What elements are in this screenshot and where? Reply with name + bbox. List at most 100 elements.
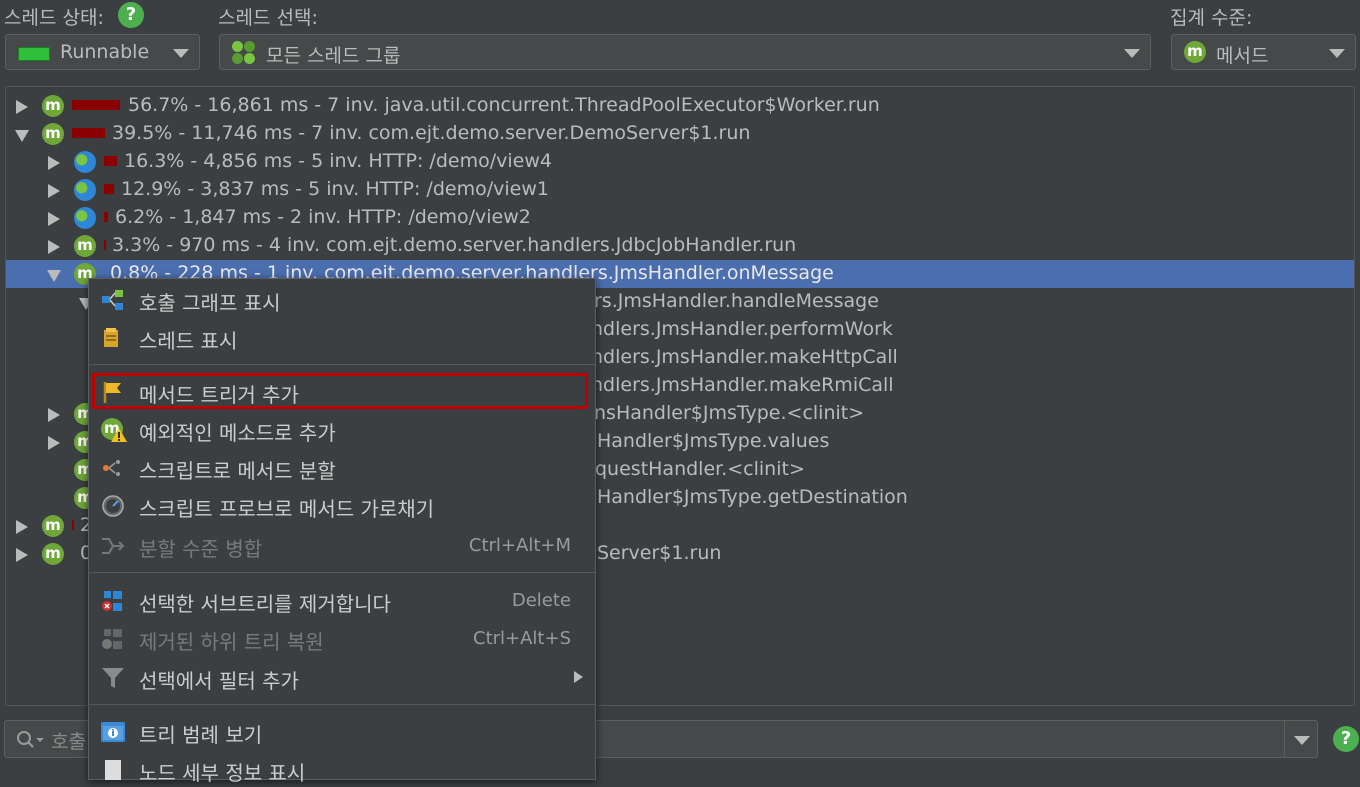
menu-item-show-thread[interactable]: 스레드 표시 (89, 319, 595, 355)
percent-bar (104, 212, 108, 222)
search-history-button[interactable] (1284, 720, 1319, 758)
call-graph-icon (102, 290, 123, 310)
menu-item-label: 트리 범례 보기 (139, 723, 263, 747)
menu-item-label: 스크립트로 메서드 분할 (139, 459, 336, 483)
collapse-toggle-icon[interactable] (47, 270, 61, 282)
node-label: ndlers.JmsHandler.makeHttpCall (591, 346, 898, 368)
method-icon: m (1184, 41, 1206, 63)
remove-subtree-icon (102, 591, 122, 611)
thread-group-icon (232, 41, 256, 65)
aggregation-value: 메서드 (1216, 45, 1269, 67)
node-label: 16.3% - 4,856 ms - 5 inv. HTTP: /demo/vi… (124, 150, 552, 172)
menu-item-shortcut: Delete (511, 590, 571, 611)
thread-state-label: 스레드 상태: (4, 7, 104, 29)
split-icon (103, 460, 120, 476)
node-label: 56.7% - 16,861 ms - 7 inv. java.util.con… (128, 94, 880, 116)
help-icon[interactable]: ? (118, 2, 144, 28)
globe-icon (74, 179, 96, 201)
menu-item-add-as-exceptional-method[interactable]: m 예외적인 메소드로 추가 (89, 411, 595, 447)
aggregation-label: 집계 수준: (1170, 7, 1253, 29)
tree-node[interactable]: 12.9% - 3,837 ms - 5 inv. HTTP: /demo/vi… (6, 176, 1354, 204)
percent-bar (72, 520, 74, 530)
node-label: 3.3% - 970 ms - 4 inv. com.ejt.demo.serv… (112, 234, 797, 256)
node-label: 39.5% - 11,746 ms - 7 inv. com.ejt.demo.… (112, 122, 751, 144)
globe-icon (74, 151, 96, 173)
highlight-box (92, 373, 588, 409)
context-menu[interactable]: 호출 그래프 표시 스레드 표시 메서드 트리거 추가 m 예외적인 메소드로 … (88, 278, 596, 785)
tree-node[interactable]: m 3.3% - 970 ms - 4 inv. com.ejt.demo.se… (6, 232, 1354, 260)
expand-toggle-icon[interactable] (48, 436, 60, 450)
menu-item-add-filter-from-selection[interactable]: 선택에서 필터 추가 (89, 659, 595, 695)
menu-item-merge-split-levels[interactable]: 분할 수준 병합 Ctrl+Alt+M (89, 527, 595, 563)
percent-bar (72, 128, 105, 138)
node-label: 6.2% - 1,847 ms - 2 inv. HTTP: /demo/vie… (115, 206, 531, 228)
menu-item-remove-selected-subtree[interactable]: 선택한 서브트리를 제거합니다 Delete (89, 582, 595, 618)
menu-item-label: 선택한 서브트리를 제거합니다 (139, 592, 391, 616)
menu-separator (89, 704, 595, 705)
node-label: Handler$JmsType.values (597, 430, 830, 452)
menu-item-label: 호출 그래프 표시 (139, 291, 281, 315)
menu-item-show-node-details[interactable]: 노드 세부 정보 표시 (89, 751, 595, 787)
node-label: ndlers.JmsHandler.performWork (591, 318, 893, 340)
method-icon: m (42, 543, 64, 565)
restore-subtree-icon (102, 629, 122, 649)
menu-item-split-method-with-script[interactable]: 스크립트로 메서드 분할 (89, 449, 595, 485)
expand-toggle-icon[interactable] (48, 156, 60, 170)
menu-item-label: 선택에서 필터 추가 (139, 669, 299, 693)
expand-toggle-icon[interactable] (48, 240, 60, 254)
expand-toggle-icon[interactable] (48, 212, 60, 226)
thread-state-value: Runnable (60, 41, 150, 63)
expand-toggle-icon[interactable] (16, 100, 28, 114)
node-details-icon (105, 760, 121, 780)
method-icon: m (42, 95, 64, 117)
percent-bar (104, 184, 114, 194)
menu-item-intercept-with-script-probe[interactable]: 스크립트 프로브로 메서드 가로채기 (89, 487, 595, 523)
probe-icon (102, 495, 124, 517)
menu-item-label: 스크립트 프로브로 메서드 가로채기 (139, 497, 435, 521)
tree-node[interactable]: m 39.5% - 11,746 ms - 7 inv. com.ejt.dem… (6, 120, 1354, 148)
legend-icon (101, 722, 125, 742)
menu-item-shortcut: Ctrl+Alt+S (473, 628, 571, 649)
thread-select-value: 모든 스레드 그룹 (266, 45, 401, 67)
menu-separator (89, 572, 595, 573)
menu-item-restore-removed-subtrees[interactable]: 제거된 하위 트리 복원 Ctrl+Alt+S (89, 620, 595, 656)
menu-item-show-call-graph[interactable]: 호출 그래프 표시 (89, 281, 595, 317)
thread-select-combo[interactable]: 모든 스레드 그룹 (219, 34, 1151, 70)
tree-node[interactable]: m 56.7% - 16,861 ms - 7 inv. java.util.c… (6, 92, 1354, 120)
filter-icon (102, 668, 124, 688)
expand-toggle-icon[interactable] (48, 184, 60, 198)
percent-bar (104, 156, 117, 166)
runnable-state-icon (18, 47, 50, 61)
merge-icon (102, 538, 125, 554)
thread-state-combo[interactable]: Runnable (5, 34, 200, 70)
node-label: Handler$JmsType.getDestination (597, 486, 908, 508)
expand-toggle-icon[interactable] (16, 548, 28, 562)
method-icon: m (74, 235, 96, 257)
tree-node[interactable]: 16.3% - 4,856 ms - 5 inv. HTTP: /demo/vi… (6, 148, 1354, 176)
node-label: ndlers.JmsHandler.makeRmiCall (591, 374, 894, 396)
chevron-down-icon (1294, 736, 1310, 745)
menu-item-label: 노드 세부 정보 표시 (139, 761, 306, 785)
expand-toggle-icon[interactable] (48, 408, 60, 422)
help-icon[interactable]: ? (1333, 726, 1359, 752)
menu-item-label: 스레드 표시 (139, 329, 238, 353)
thread-icon (104, 328, 118, 347)
menu-item-show-tree-legend[interactable]: 트리 범례 보기 (89, 713, 595, 749)
method-icon: m (42, 515, 64, 537)
menu-item-label: 예외적인 메소드로 추가 (139, 421, 336, 445)
menu-item-label: 제거된 하위 트리 복원 (139, 630, 324, 654)
chevron-right-icon (574, 671, 583, 683)
method-icon: m (42, 123, 64, 145)
search-icon (17, 731, 44, 748)
aggregation-combo[interactable]: m 메서드 (1171, 34, 1356, 70)
search-placeholder: 호출 (51, 731, 86, 753)
chevron-down-icon (1124, 49, 1140, 58)
chevron-down-icon (1329, 49, 1345, 58)
method-warning-icon: m (101, 418, 127, 442)
tree-node[interactable]: 6.2% - 1,847 ms - 2 inv. HTTP: /demo/vie… (6, 204, 1354, 232)
collapse-toggle-icon[interactable] (15, 130, 29, 142)
percent-bar (72, 100, 120, 110)
node-label: 12.9% - 3,837 ms - 5 inv. HTTP: /demo/vi… (121, 178, 549, 200)
node-label-tail: Server$1.run (597, 542, 722, 564)
expand-toggle-icon[interactable] (16, 520, 28, 534)
